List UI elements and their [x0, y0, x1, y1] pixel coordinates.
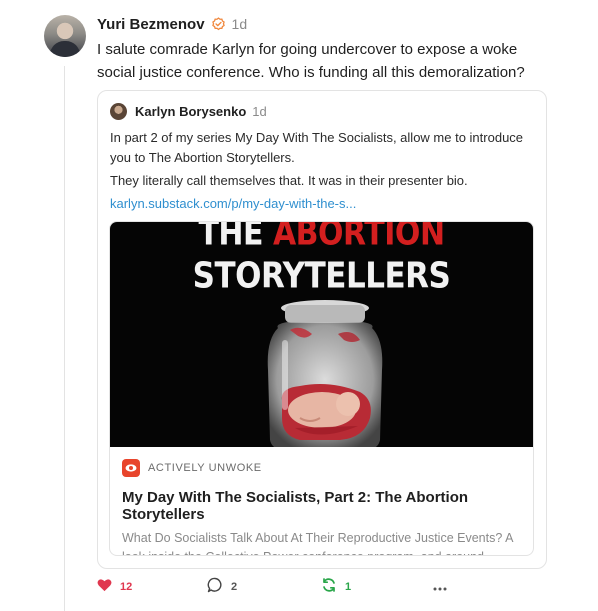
quote-author-name[interactable]: Karlyn Borysenko: [135, 104, 246, 119]
more-icon: [433, 578, 447, 596]
avatar[interactable]: [44, 15, 86, 57]
quote-time: 1d: [252, 103, 267, 119]
post-embed[interactable]: THE ABORTION STORYTELLERS ACTIVELY UNWOK…: [109, 221, 534, 556]
restack-count: 1: [345, 581, 352, 593]
embed-subtitle: What Do Socialists Talk About At Their R…: [122, 531, 513, 555]
heart-icon: [97, 578, 112, 597]
image-title-word-2: ABORTION: [272, 222, 445, 254]
post-text: I salute comrade Karlyn for going underc…: [97, 41, 525, 81]
publication-name: ACTIVELY UNWOKE: [148, 462, 262, 474]
author-name[interactable]: Yuri Bezmenov: [97, 16, 205, 33]
restack-button[interactable]: 1: [321, 577, 352, 598]
quote-avatar[interactable]: [110, 102, 127, 120]
quote-link[interactable]: karlyn.substack.com/p/my-day-with-the-s.…: [110, 196, 356, 211]
embed-title[interactable]: My Day With The Socialists, Part 2: The …: [122, 489, 521, 523]
embed-body: ACTIVELY UNWOKE My Day With The Socialis…: [110, 447, 533, 555]
post-time: 1d: [231, 16, 248, 32]
comment-icon: [207, 577, 223, 598]
image-title-line-2: STORYTELLERS: [192, 255, 451, 297]
quote-paragraph-1: In part 2 of my series My Day With The S…: [110, 130, 524, 165]
more-button[interactable]: [433, 578, 447, 596]
comment-button[interactable]: 2: [207, 577, 238, 598]
image-title-line-1: THE ABORTION: [110, 222, 533, 254]
image-title-word-1: THE: [198, 222, 264, 254]
quote-paragraph-2: They literally call themselves that. It …: [110, 173, 468, 188]
action-bar: 12 2 1: [97, 577, 457, 598]
jar-illustration: [267, 300, 383, 447]
publication-row: ACTIVELY UNWOKE: [122, 459, 521, 477]
like-count: 12: [120, 581, 133, 593]
post: Yuri Bezmenov 1d I salute comrade Karlyn…: [97, 13, 557, 84]
comment-count: 2: [231, 581, 238, 593]
publication-logo-icon: [122, 459, 140, 477]
embed-image: THE ABORTION STORYTELLERS: [110, 222, 533, 447]
verified-icon: [211, 16, 226, 32]
thread-line: [64, 66, 65, 611]
restack-icon: [321, 577, 337, 598]
like-button[interactable]: 12: [97, 578, 132, 596]
post-header: Yuri Bezmenov 1d: [97, 13, 557, 35]
quote-header: Karlyn Borysenko 1d: [110, 102, 267, 120]
